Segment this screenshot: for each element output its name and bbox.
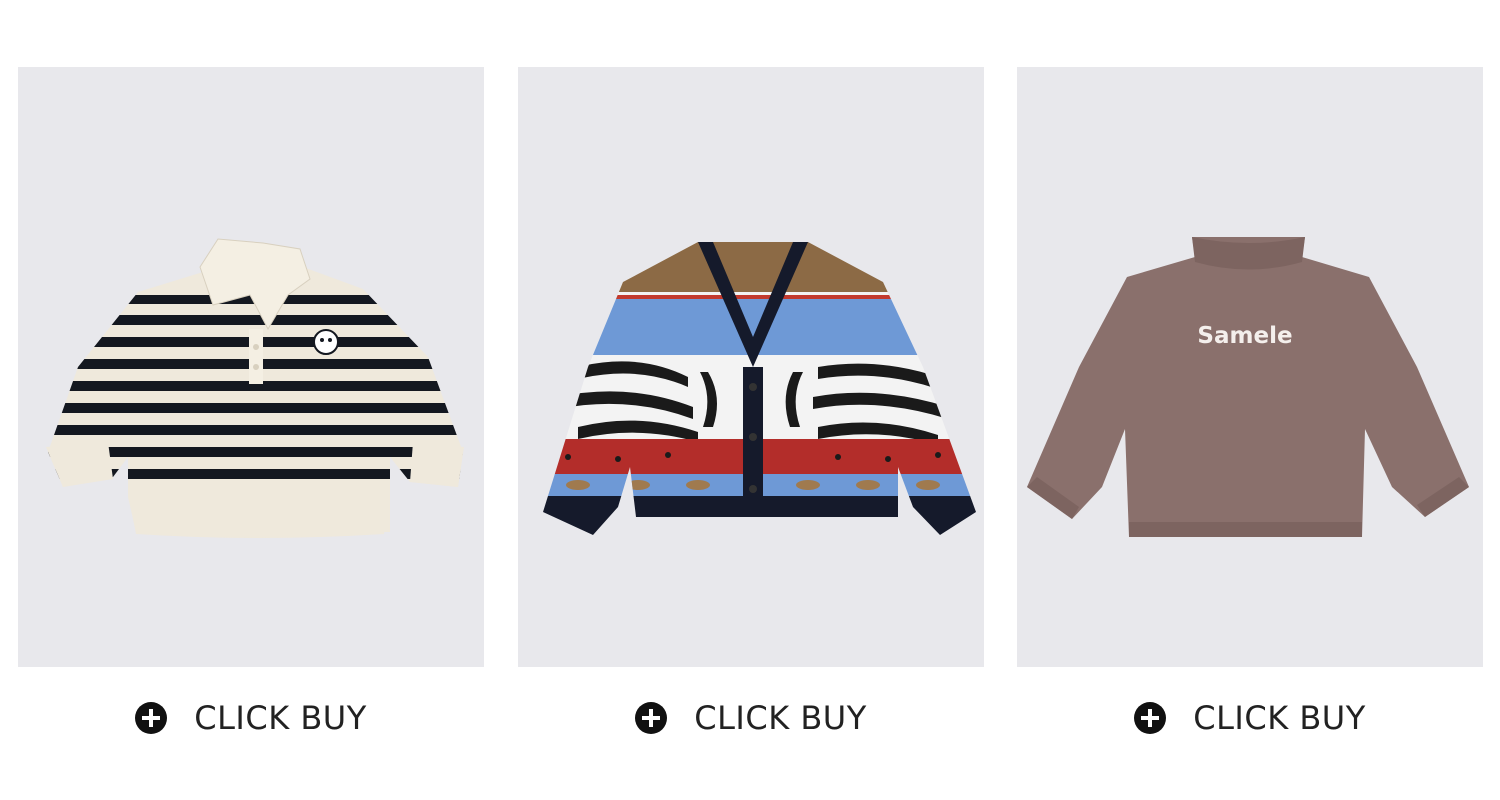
- click-buy-button[interactable]: CLICK BUY: [518, 695, 984, 741]
- click-buy-button[interactable]: CLICK BUY: [1017, 695, 1483, 741]
- product-image[interactable]: Samele: [1017, 67, 1483, 667]
- click-buy-button[interactable]: CLICK BUY: [18, 695, 484, 741]
- product-card-mock-neck-top: Samele CLICK BUY: [1017, 67, 1483, 737]
- striped-polo-sweater-image: [46, 238, 464, 538]
- zebra-print-cardigan-image: [543, 242, 976, 535]
- plus-circle-icon: [1134, 702, 1167, 734]
- click-buy-label: CLICK BUY: [194, 699, 367, 737]
- product-card-zebra-cardigan: CLICK BUY: [518, 67, 984, 737]
- brown-mock-neck-shirt-image: Samele: [1027, 237, 1469, 537]
- product-image[interactable]: [518, 67, 984, 667]
- plus-circle-icon: [135, 702, 168, 734]
- product-card-striped-sweater: CLICK BUY: [18, 67, 484, 737]
- product-image[interactable]: [18, 67, 484, 667]
- plus-circle-icon: [635, 702, 668, 734]
- shirt-print-text: Samele: [1197, 323, 1292, 349]
- click-buy-label: CLICK BUY: [1193, 699, 1366, 737]
- click-buy-label: CLICK BUY: [694, 699, 867, 737]
